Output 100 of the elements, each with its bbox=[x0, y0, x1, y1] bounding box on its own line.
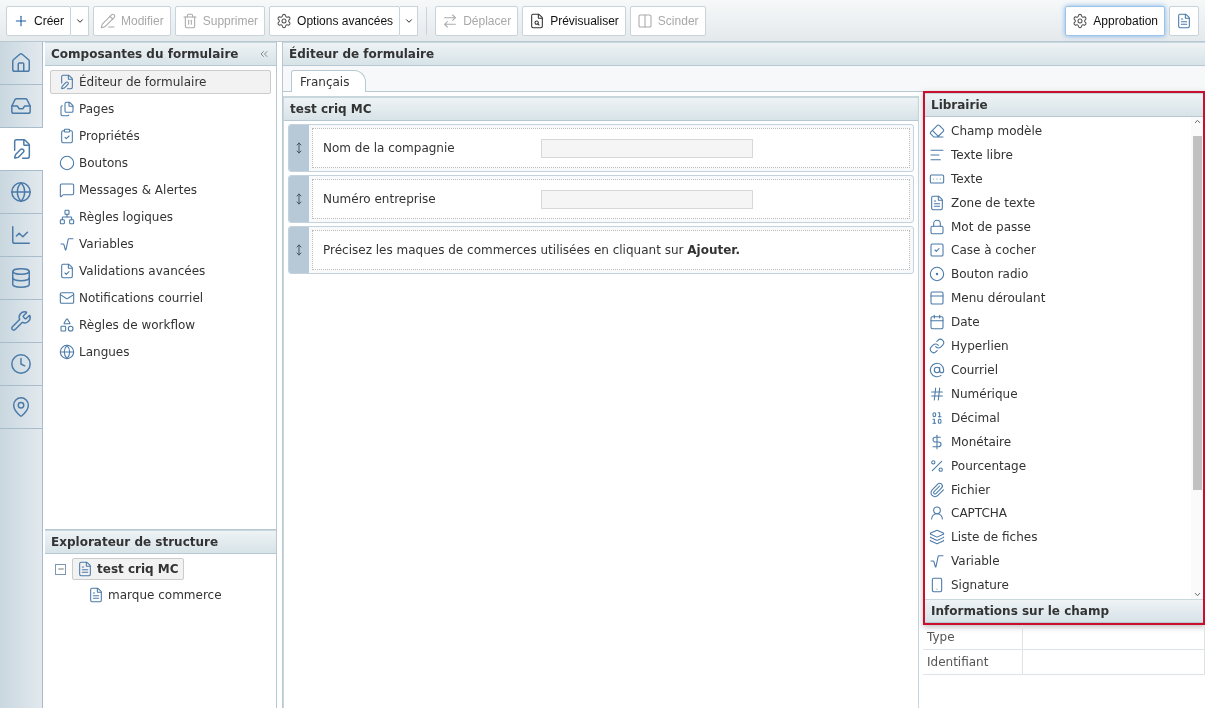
document-icon bbox=[77, 561, 93, 577]
house-icon bbox=[10, 52, 32, 74]
blocks-icon bbox=[59, 209, 75, 225]
chart-icon bbox=[10, 224, 32, 246]
library-item[interactable]: Décimal bbox=[929, 405, 1187, 430]
library-item[interactable]: CAPTCHA bbox=[929, 501, 1187, 526]
component-item[interactable]: Messages & Alertes bbox=[50, 178, 271, 202]
component-item[interactable]: Langues bbox=[50, 340, 271, 364]
pencil-icon bbox=[100, 12, 116, 29]
trash-icon bbox=[181, 12, 198, 29]
instruction-text: Précisez les maques de commerces utilisées en cliquant sur Ajouter. bbox=[323, 243, 741, 257]
panel-title: Composantes du formulaire bbox=[51, 47, 239, 61]
collapse-icon[interactable] bbox=[258, 48, 270, 60]
component-item[interactable]: Boutons bbox=[50, 151, 271, 175]
number-icon bbox=[929, 385, 945, 402]
info-button[interactable] bbox=[1169, 5, 1199, 36]
decimal-icon bbox=[929, 409, 945, 426]
library-item[interactable]: Bouton radio bbox=[929, 262, 1187, 287]
library-item[interactable]: Case à cocher bbox=[929, 238, 1187, 263]
shapes-icon bbox=[59, 317, 75, 333]
tree-node[interactable]: test criq MC bbox=[72, 558, 184, 580]
database-icon bbox=[10, 267, 32, 289]
library-item[interactable]: Date bbox=[929, 310, 1187, 335]
library-item[interactable]: Zone de texte bbox=[929, 190, 1187, 215]
library-item[interactable]: Fichier bbox=[929, 477, 1187, 502]
split-icon bbox=[636, 12, 653, 29]
calendar-icon bbox=[929, 314, 945, 331]
document-icon bbox=[88, 587, 104, 603]
property-label: Identifiant bbox=[923, 650, 1023, 675]
square-root-icon bbox=[59, 236, 75, 252]
library-item[interactable]: Monétaire bbox=[929, 429, 1187, 454]
rail-tab[interactable] bbox=[0, 128, 43, 171]
gears-icon bbox=[276, 12, 293, 29]
panel-title: Éditeur de formulaire bbox=[289, 47, 435, 61]
component-item[interactable]: Éditeur de formulaire bbox=[50, 70, 271, 94]
tree-node[interactable]: marque commerce bbox=[83, 584, 227, 606]
component-item[interactable]: Variables bbox=[50, 232, 271, 256]
eraser-icon bbox=[929, 122, 945, 139]
globe-icon bbox=[59, 344, 75, 360]
field-label: Numéro entreprise bbox=[323, 192, 437, 206]
person-icon bbox=[929, 505, 945, 522]
language-tab[interactable]: Français bbox=[291, 70, 367, 92]
approval-button[interactable]: Approbation bbox=[1065, 5, 1165, 36]
link-icon bbox=[929, 338, 945, 355]
library-item[interactable]: Mot de passe bbox=[929, 214, 1187, 239]
panel-title: Librairie bbox=[931, 98, 988, 112]
percent-icon bbox=[929, 457, 945, 474]
library-item[interactable]: Menu déroulant bbox=[929, 286, 1187, 311]
library-item[interactable]: Champ modèle bbox=[929, 119, 1187, 143]
pages-icon bbox=[59, 101, 75, 117]
property-label: Type bbox=[923, 625, 1023, 650]
panel-title: Informations sur le champ bbox=[931, 604, 1109, 618]
minus-icon bbox=[56, 565, 65, 573]
library-item[interactable]: Variable bbox=[929, 549, 1187, 574]
component-item[interactable]: Règles logiques bbox=[50, 205, 271, 229]
toolbar-button[interactable]: Prévisualiser bbox=[522, 5, 626, 36]
tray-icon bbox=[10, 95, 32, 117]
clock-icon bbox=[10, 353, 32, 375]
component-item[interactable]: Propriétés bbox=[50, 124, 271, 148]
library-item[interactable]: Texte bbox=[929, 166, 1187, 191]
padlock-icon bbox=[929, 218, 945, 235]
component-item[interactable]: Validations avancées bbox=[50, 259, 271, 283]
tools-icon bbox=[10, 310, 32, 332]
paperclip-icon bbox=[929, 481, 945, 498]
arrow-icon bbox=[442, 12, 459, 29]
field-label: Nom de la compagnie bbox=[323, 141, 456, 155]
component-item[interactable]: Notifications courriel bbox=[50, 286, 271, 310]
input-field[interactable] bbox=[541, 189, 753, 209]
dollar-icon bbox=[929, 433, 945, 450]
component-item[interactable]: Pages bbox=[50, 97, 271, 121]
library-item[interactable]: Pourcentage bbox=[929, 453, 1187, 478]
library-item[interactable]: Numérique bbox=[929, 381, 1187, 406]
toolbar-button[interactable]: Créer bbox=[6, 5, 71, 36]
preview-icon bbox=[529, 12, 546, 29]
text-area-icon bbox=[929, 194, 945, 211]
collapse-toggle[interactable] bbox=[55, 563, 66, 575]
form-edit-icon bbox=[59, 74, 75, 90]
square-root-icon bbox=[929, 553, 945, 570]
input-field[interactable] bbox=[541, 138, 753, 158]
component-item[interactable]: Règles de workflow bbox=[50, 313, 271, 337]
radio-icon bbox=[929, 266, 945, 283]
library-item[interactable]: Hyperlien bbox=[929, 334, 1187, 359]
dropdown-icon bbox=[929, 290, 945, 307]
form-title: test criq MC bbox=[290, 102, 372, 116]
stack-icon bbox=[929, 529, 945, 546]
envelope-icon bbox=[59, 290, 75, 306]
library-item[interactable]: Courriel bbox=[929, 358, 1187, 382]
scroll-down-icon[interactable] bbox=[1192, 590, 1202, 599]
library-item[interactable]: Signature bbox=[929, 573, 1187, 598]
clipboard-icon bbox=[59, 128, 75, 144]
speech-bubble-icon bbox=[59, 182, 75, 198]
checkbox-icon bbox=[929, 242, 945, 259]
scroll-up-icon[interactable] bbox=[1192, 117, 1202, 126]
scrollbar[interactable] bbox=[1191, 117, 1203, 599]
at-sign-icon bbox=[929, 362, 945, 378]
library-item[interactable]: Texte libre bbox=[929, 142, 1187, 167]
library-item[interactable]: Liste de fiches bbox=[929, 525, 1187, 550]
phone-icon bbox=[929, 577, 945, 594]
toolbar-button[interactable]: Options avancées bbox=[269, 5, 401, 36]
document-check-icon bbox=[59, 263, 75, 279]
